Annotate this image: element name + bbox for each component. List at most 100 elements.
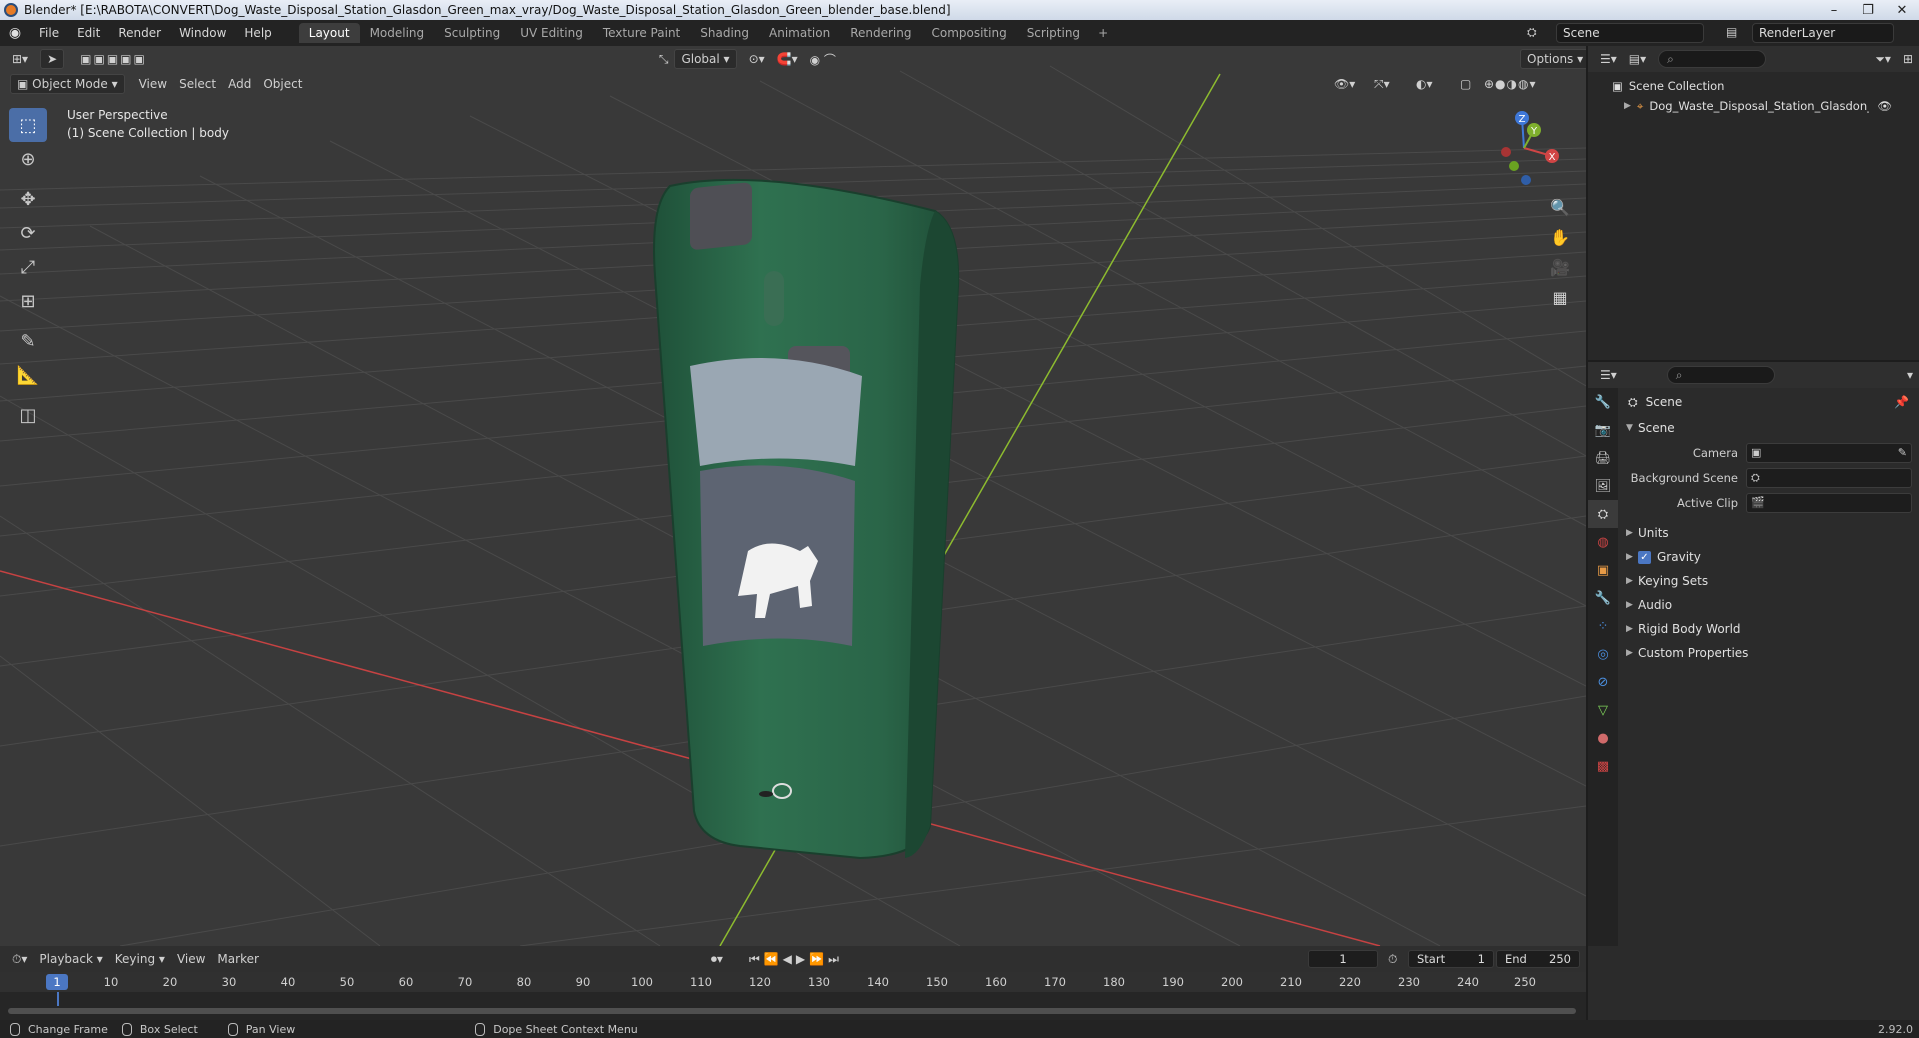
pin-icon[interactable]: 📌 (1894, 395, 1909, 409)
outliner-scene-collection[interactable]: ▣ Scene Collection (1588, 76, 1919, 96)
current-frame-indicator[interactable]: 1 (46, 974, 68, 990)
menu-object[interactable]: Object (257, 74, 308, 94)
menu-file[interactable]: File (30, 26, 68, 40)
end-frame-field[interactable]: End 250 (1496, 950, 1580, 968)
tab-shading[interactable]: Shading (690, 23, 759, 43)
tab-rendering[interactable]: Rendering (840, 23, 921, 43)
gizmo-toggle-icon[interactable]: ⤧▾ (1368, 74, 1396, 94)
start-frame-field[interactable]: Start 1 (1408, 950, 1494, 968)
record-button[interactable]: ⏺▾ (705, 949, 729, 969)
display-mode-icon[interactable]: ▤▾ (1623, 49, 1652, 69)
tab-scripting[interactable]: Scripting (1017, 23, 1090, 43)
menu-add[interactable]: Add (222, 74, 257, 94)
menu-marker[interactable]: Marker (211, 949, 264, 969)
transform-orientation-dropdown[interactable]: Global ▾ (674, 49, 737, 69)
playback-controls[interactable]: ⏮⏪◀▶⏩⏭ (743, 949, 849, 969)
scale-tool-icon[interactable]: ⤢ (9, 250, 47, 284)
tab-modeling[interactable]: Modeling (360, 23, 435, 43)
tab-animation[interactable]: Animation (759, 23, 840, 43)
render-tab-icon[interactable]: 📷 (1588, 416, 1618, 444)
properties-editor-type-icon[interactable]: ☰▾ (1594, 365, 1623, 385)
units-panel-header[interactable]: ▶ Units (1620, 521, 1919, 545)
camera-view-icon[interactable]: 🎥 (1547, 252, 1573, 282)
active-clip-field[interactable]: 🎬 (1746, 492, 1912, 513)
menu-edit[interactable]: Edit (68, 26, 109, 40)
scene-icon[interactable]: ⛭ (1527, 25, 1537, 40)
properties-options-icon[interactable]: ▾ (1901, 365, 1919, 385)
tab-compositing[interactable]: Compositing (921, 23, 1016, 43)
add-cube-tool-icon[interactable]: ◫ (9, 398, 47, 432)
new-collection-icon[interactable]: ⊞ (1897, 49, 1919, 69)
custom-properties-panel-header[interactable]: ▶ Custom Properties (1620, 641, 1919, 665)
options-dropdown[interactable]: Options ▾ (1520, 49, 1586, 69)
pivot-point-icon[interactable]: ⊙▾ (743, 49, 771, 69)
view-layer-icon[interactable]: ▤ (1726, 25, 1737, 39)
view-layer-tab-icon[interactable]: 🖼 (1588, 472, 1618, 500)
add-workspace-button[interactable]: + (1090, 23, 1116, 43)
background-scene-field[interactable]: ⛭ (1746, 467, 1912, 488)
texture-tab-icon[interactable]: ▩ (1588, 752, 1618, 780)
timeline-editor[interactable]: ⏱▾ Playback ▾ Keying ▾ View Marker ⏺▾ ⏮⏪… (0, 946, 1586, 1020)
shading-mode-icons[interactable]: ⊕●◑◍▾ (1478, 74, 1543, 94)
physics-tab-icon[interactable]: ◎ (1588, 640, 1618, 668)
visibility-eye-icon[interactable]: 👁 (1877, 99, 1892, 113)
keying-sets-panel-header[interactable]: ▶ Keying Sets (1620, 569, 1919, 593)
mode-dropdown[interactable]: ▣ Object Mode ▾ (10, 74, 125, 94)
timeline-ruler[interactable]: 1 10 20 30 40 50 60 70 80 90 100 110 120… (0, 972, 1586, 992)
menu-playback[interactable]: Playback ▾ (33, 949, 108, 969)
overlay-toggle-icon[interactable]: ◐▾ (1410, 74, 1439, 94)
world-tab-icon[interactable]: ◍ (1588, 528, 1618, 556)
neg-z-axis-icon[interactable] (1521, 175, 1531, 185)
measure-tool-icon[interactable]: 📐 (9, 358, 47, 392)
editor-type-icon[interactable]: ⊞▾ (6, 49, 34, 69)
rotate-tool-icon[interactable]: ⟳ (9, 216, 47, 250)
3d-viewport[interactable]: ⊞▾ ➤ ▣▣▣▣▣ ⤡ Global ▾ ⊙▾ 🧲▾ ◉ ⌒ Options … (0, 46, 1586, 946)
menu-keying[interactable]: Keying ▾ (109, 949, 171, 969)
particles-tab-icon[interactable]: ⁘ (1588, 612, 1618, 640)
cursor-tool-icon[interactable]: ⊕ (9, 142, 47, 176)
ortho-toggle-icon[interactable]: ▦ (1547, 282, 1573, 312)
object-tab-icon[interactable]: ▣ (1588, 556, 1618, 584)
output-tab-icon[interactable]: 🖨 (1588, 444, 1618, 472)
maximize-button[interactable]: ❐ (1851, 0, 1885, 20)
camera-field[interactable]: ▣ ✎ (1746, 442, 1912, 463)
select-box-tool-icon[interactable]: ⬚ (9, 108, 47, 142)
menu-select[interactable]: Select (173, 74, 222, 94)
proportional-edit-icon[interactable]: ◉ ⌒ (804, 49, 842, 69)
view-layer-selector[interactable]: RenderLayer (1752, 23, 1894, 43)
tab-texture-paint[interactable]: Texture Paint (593, 23, 690, 43)
neg-y-axis-icon[interactable] (1509, 161, 1519, 171)
gravity-panel-header[interactable]: ▶ ✓ Gravity (1620, 545, 1919, 569)
transform-orientation-icon[interactable]: ⤡ (653, 49, 675, 69)
outliner-editor-type-icon[interactable]: ☰▾ (1594, 49, 1623, 69)
zoom-icon[interactable]: 🔍 (1547, 192, 1573, 222)
neg-x-axis-icon[interactable] (1501, 147, 1511, 157)
transform-tool-icon[interactable]: ⊞ (9, 284, 47, 318)
scene-tab-icon[interactable]: ⛭ (1588, 500, 1618, 528)
navigation-gizmo[interactable]: Z X Y (1482, 108, 1562, 188)
blender-menu-icon[interactable]: ◉ (0, 25, 30, 41)
timeline-track-area[interactable] (0, 992, 1586, 1020)
selection-mode-icons[interactable]: ▣▣▣▣▣ (74, 49, 153, 69)
scene-selector[interactable]: Scene (1556, 23, 1704, 43)
tab-sculpting[interactable]: Sculpting (434, 23, 510, 43)
properties-search-input[interactable]: ⌕ (1666, 366, 1775, 384)
minimize-button[interactable]: – (1817, 0, 1851, 20)
current-frame-field[interactable]: 1 (1308, 950, 1378, 968)
audio-panel-header[interactable]: ▶ Audio (1620, 593, 1919, 617)
data-tab-icon[interactable]: ▽ (1588, 696, 1618, 724)
timeline-scrollbar[interactable] (8, 1008, 1576, 1014)
eyedropper-icon[interactable]: ✎ (1898, 446, 1907, 459)
material-tab-icon[interactable]: ● (1588, 724, 1618, 752)
annotate-tool-icon[interactable]: ✎ (9, 324, 47, 358)
rigid-body-world-panel-header[interactable]: ▶ Rigid Body World (1620, 617, 1919, 641)
visibility-icon[interactable]: 👁▾ (1328, 74, 1361, 94)
expand-arrow-icon[interactable]: ▶ (1624, 101, 1631, 111)
constraints-tab-icon[interactable]: ⊘ (1588, 668, 1618, 696)
select-tool-icon[interactable]: ➤ (40, 49, 65, 69)
move-tool-icon[interactable]: ✥ (9, 182, 47, 216)
menu-render[interactable]: Render (109, 26, 170, 40)
outliner-search-input[interactable]: ⌕ (1658, 50, 1767, 68)
snap-icon[interactable]: 🧲▾ (771, 49, 804, 69)
tab-layout[interactable]: Layout (298, 23, 360, 43)
